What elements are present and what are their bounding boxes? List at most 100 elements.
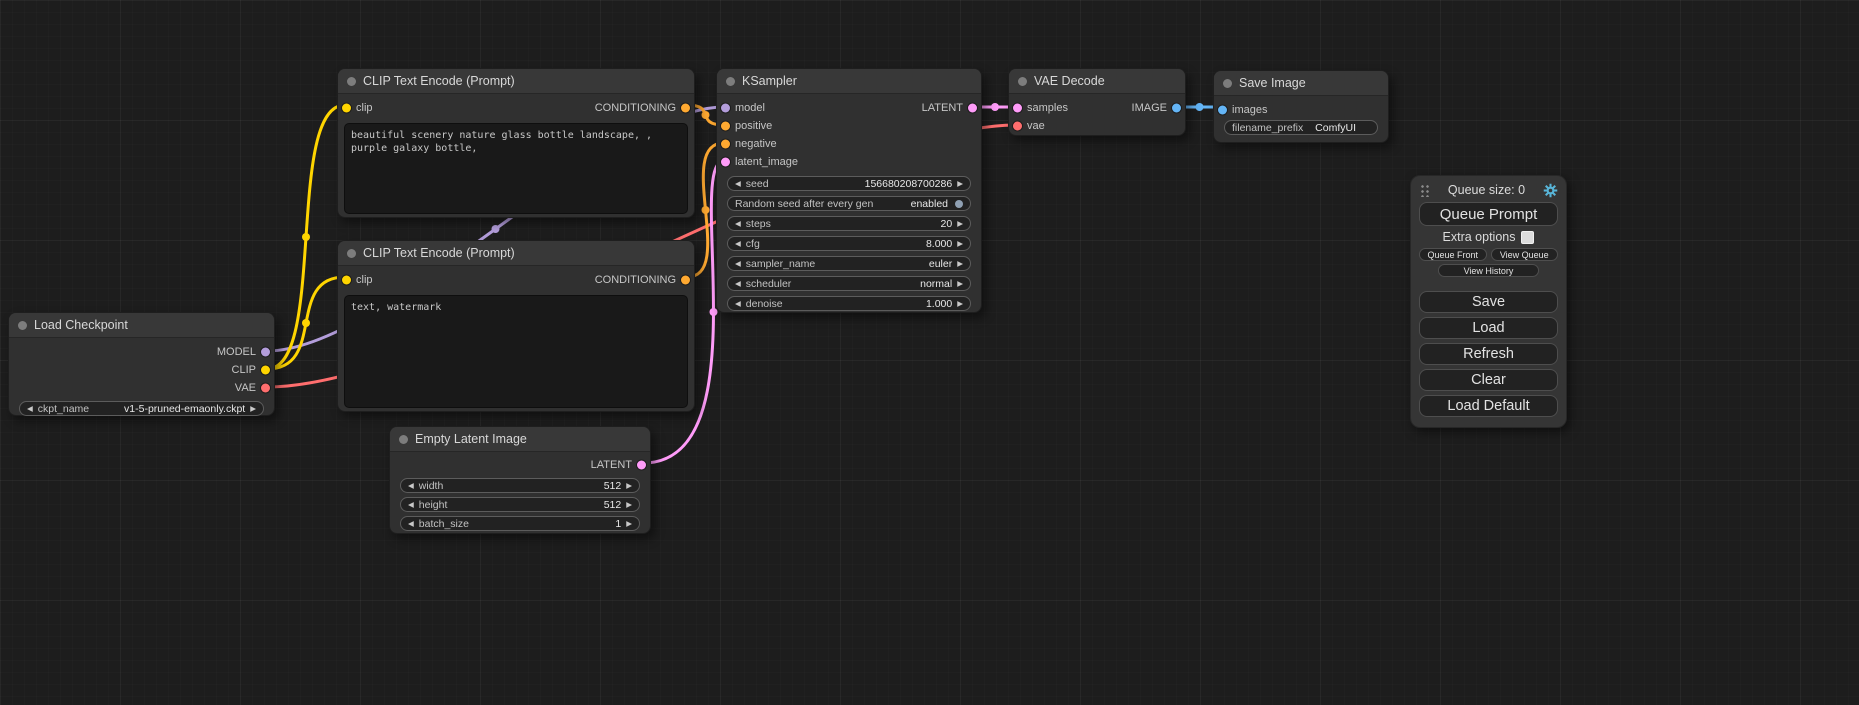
queue-prompt-button[interactable]: Queue Prompt <box>1419 202 1558 226</box>
increment-arrow-icon[interactable]: ▶ <box>250 405 256 413</box>
output-port-conditioning[interactable] <box>681 276 690 285</box>
increment-arrow-icon[interactable]: ▶ <box>957 260 963 268</box>
node-title-bar[interactable]: VAE Decode <box>1009 69 1185 94</box>
slot-row: latent_image <box>717 153 981 171</box>
widget-width[interactable]: ◀ width 512 ▶ <box>400 478 640 493</box>
node-ksampler[interactable]: KSampler model LATENT positive negative … <box>716 68 982 313</box>
increment-arrow-icon[interactable]: ▶ <box>626 520 632 528</box>
input-port-positive[interactable] <box>721 122 730 131</box>
input-port-images[interactable] <box>1218 106 1227 115</box>
widget-name: steps <box>746 218 771 230</box>
load-default-button[interactable]: Load Default <box>1419 395 1558 417</box>
node-save-image[interactable]: Save Image images filename_prefix ComfyU… <box>1213 70 1389 143</box>
input-port-latent-image[interactable] <box>721 158 730 167</box>
output-port-vae[interactable] <box>261 384 270 393</box>
collapse-dot-icon[interactable] <box>399 435 408 444</box>
node-clip-text-encode-positive[interactable]: CLIP Text Encode (Prompt) clip CONDITION… <box>337 68 695 218</box>
refresh-button[interactable]: Refresh <box>1419 343 1558 365</box>
slot-row: samples IMAGE <box>1009 99 1185 117</box>
increment-arrow-icon[interactable]: ▶ <box>957 240 963 248</box>
node-title-bar[interactable]: CLIP Text Encode (Prompt) <box>338 241 694 266</box>
decrement-arrow-icon[interactable]: ◀ <box>735 260 741 268</box>
increment-arrow-icon[interactable]: ▶ <box>626 501 632 509</box>
node-load-checkpoint[interactable]: Load Checkpoint MODEL CLIP VAE ◀ ckpt_na… <box>8 312 275 416</box>
drag-handle-icon[interactable] <box>1419 183 1430 197</box>
increment-arrow-icon[interactable]: ▶ <box>626 482 632 490</box>
extra-options-checkbox[interactable] <box>1521 231 1534 244</box>
node-clip-text-encode-negative[interactable]: CLIP Text Encode (Prompt) clip CONDITION… <box>337 240 695 412</box>
node-empty-latent-image[interactable]: Empty Latent Image LATENT ◀ width 512 ▶ … <box>389 426 651 534</box>
widget-ckpt-name[interactable]: ◀ ckpt_name v1-5-pruned-emaonly.ckpt ▶ <box>19 401 264 416</box>
save-button[interactable]: Save <box>1419 291 1558 313</box>
output-port-clip[interactable] <box>261 366 270 375</box>
increment-arrow-icon[interactable]: ▶ <box>957 220 963 228</box>
widget-batch-size[interactable]: ◀ batch_size 1 ▶ <box>400 516 640 531</box>
output-port-model[interactable] <box>261 348 270 357</box>
queue-actions-row: Queue Front View Queue <box>1419 248 1558 261</box>
input-port-clip[interactable] <box>342 104 351 113</box>
prompt-textarea[interactable]: beautiful scenery nature glass bottle la… <box>344 123 688 214</box>
collapse-dot-icon[interactable] <box>18 321 27 330</box>
node-title: Save Image <box>1239 76 1306 90</box>
collapse-dot-icon[interactable] <box>1018 77 1027 86</box>
widget-cfg[interactable]: ◀ cfg 8.000 ▶ <box>727 236 971 251</box>
settings-gear-icon[interactable] <box>1543 183 1558 198</box>
input-port-negative[interactable] <box>721 140 730 149</box>
widget-sampler-name[interactable]: ◀ sampler_name euler ▶ <box>727 256 971 271</box>
widget-seed[interactable]: ◀ seed 156680208700286 ▶ <box>727 176 971 191</box>
output-port-image[interactable] <box>1172 104 1181 113</box>
widget-height[interactable]: ◀ height 512 ▶ <box>400 497 640 512</box>
node-title-bar[interactable]: Save Image <box>1214 71 1388 96</box>
widget-value: normal <box>920 278 952 290</box>
load-button[interactable]: Load <box>1419 317 1558 339</box>
decrement-arrow-icon[interactable]: ◀ <box>735 280 741 288</box>
widget-denoise[interactable]: ◀ denoise 1.000 ▶ <box>727 296 971 311</box>
widget-value: enabled <box>911 198 948 210</box>
output-port-latent[interactable] <box>968 104 977 113</box>
output-port-conditioning[interactable] <box>681 104 690 113</box>
node-title-bar[interactable]: Load Checkpoint <box>9 313 274 338</box>
collapse-dot-icon[interactable] <box>347 77 356 86</box>
view-queue-button[interactable]: View Queue <box>1491 248 1559 261</box>
node-title-bar[interactable]: KSampler <box>717 69 981 94</box>
widget-random-seed-toggle[interactable]: Random seed after every gen enabled <box>727 196 971 211</box>
toggle-dot-icon[interactable] <box>955 200 963 208</box>
prompt-textarea[interactable]: text, watermark <box>344 295 688 408</box>
output-port-latent[interactable] <box>637 461 646 470</box>
input-port-model[interactable] <box>721 104 730 113</box>
collapse-dot-icon[interactable] <box>726 77 735 86</box>
collapse-dot-icon[interactable] <box>347 249 356 258</box>
input-port-samples[interactable] <box>1013 104 1022 113</box>
node-title-bar[interactable]: CLIP Text Encode (Prompt) <box>338 69 694 94</box>
decrement-arrow-icon[interactable]: ◀ <box>408 482 414 490</box>
wire-midpoint-dot <box>302 319 310 327</box>
wire-midpoint-dot <box>302 233 310 241</box>
collapse-dot-icon[interactable] <box>1223 79 1232 88</box>
widget-filename-prefix[interactable]: filename_prefix ComfyUI <box>1224 120 1378 135</box>
decrement-arrow-icon[interactable]: ◀ <box>735 220 741 228</box>
widget-scheduler[interactable]: ◀ scheduler normal ▶ <box>727 276 971 291</box>
decrement-arrow-icon[interactable]: ◀ <box>735 240 741 248</box>
node-title-bar[interactable]: Empty Latent Image <box>390 427 650 452</box>
output-label-latent: LATENT <box>922 102 963 114</box>
node-graph-canvas[interactable]: Load Checkpoint MODEL CLIP VAE ◀ ckpt_na… <box>0 0 1859 705</box>
widget-value: 156680208700286 <box>865 178 953 190</box>
input-label-images: images <box>1232 104 1267 116</box>
decrement-arrow-icon[interactable]: ◀ <box>735 300 741 308</box>
clear-button[interactable]: Clear <box>1419 369 1558 391</box>
decrement-arrow-icon[interactable]: ◀ <box>27 405 33 413</box>
decrement-arrow-icon[interactable]: ◀ <box>408 501 414 509</box>
increment-arrow-icon[interactable]: ▶ <box>957 180 963 188</box>
widget-name: seed <box>746 178 769 190</box>
decrement-arrow-icon[interactable]: ◀ <box>735 180 741 188</box>
widget-steps[interactable]: ◀ steps 20 ▶ <box>727 216 971 231</box>
queue-front-button[interactable]: Queue Front <box>1419 248 1487 261</box>
increment-arrow-icon[interactable]: ▶ <box>957 300 963 308</box>
view-history-button[interactable]: View History <box>1438 264 1538 277</box>
node-vae-decode[interactable]: VAE Decode samples IMAGE vae <box>1008 68 1186 136</box>
input-port-clip[interactable] <box>342 276 351 285</box>
input-label-clip: clip <box>356 102 373 114</box>
increment-arrow-icon[interactable]: ▶ <box>957 280 963 288</box>
input-port-vae[interactable] <box>1013 122 1022 131</box>
decrement-arrow-icon[interactable]: ◀ <box>408 520 414 528</box>
